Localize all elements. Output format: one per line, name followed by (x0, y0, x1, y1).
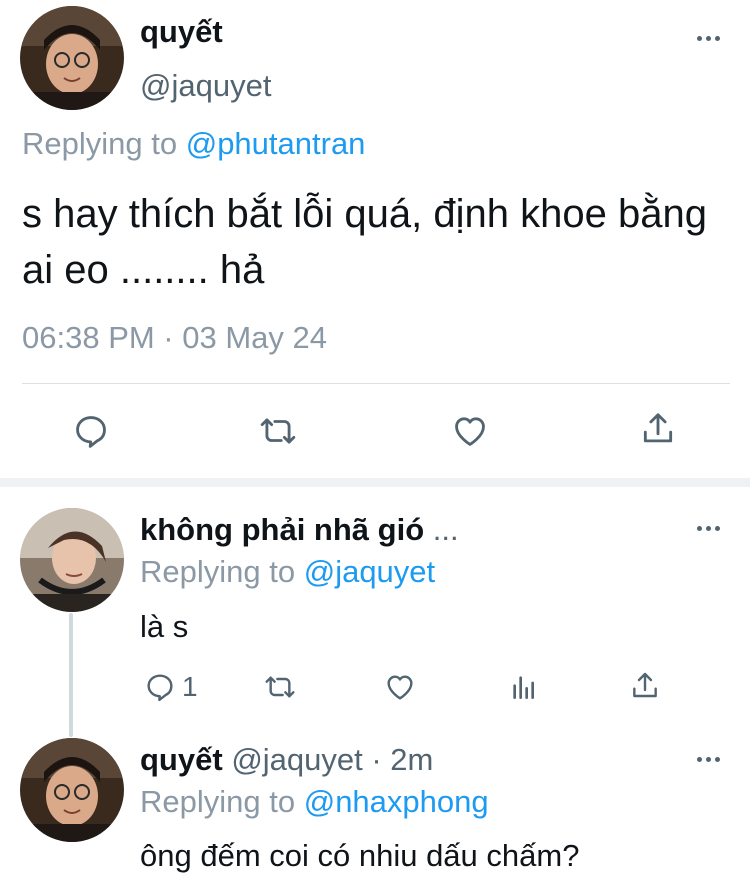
thread-line (69, 613, 73, 737)
divider (22, 383, 730, 384)
views-button[interactable] (508, 671, 540, 703)
like-button[interactable] (451, 412, 489, 450)
user-handle[interactable]: @jaquyet (140, 68, 271, 104)
tweet-text: ông đếm coi có nhiu dấu chấm? (140, 838, 580, 873)
like-icon (387, 675, 413, 700)
reply-count: 1 (182, 671, 198, 702)
share-icon (633, 672, 657, 698)
share-icon (643, 413, 673, 443)
retweet-button[interactable] (262, 671, 298, 703)
tweet-text: s hay thích bắt lỗi quá, định khoe bằng … (22, 192, 707, 292)
section-divider (0, 478, 750, 487)
more-icon[interactable] (697, 526, 720, 531)
reply-icon (147, 674, 173, 702)
reply-button[interactable]: 1 (144, 671, 198, 703)
display-name-text: quyết (140, 742, 223, 777)
more-icon[interactable] (697, 36, 720, 41)
display-name-text: không phải nhã gió (140, 512, 425, 547)
reply-button[interactable] (72, 412, 110, 450)
like-icon (455, 417, 485, 446)
more-icon[interactable] (697, 757, 720, 762)
display-name[interactable]: không phải nhã gió ... (140, 512, 459, 548)
mention-link[interactable]: @nhaxphong (304, 784, 489, 819)
avatar[interactable] (20, 508, 124, 612)
share-button[interactable] (629, 670, 661, 702)
mention-link[interactable]: @jaquyet (304, 554, 435, 589)
replying-prefix: Replying to (140, 784, 296, 819)
display-name[interactable]: quyết (140, 14, 223, 50)
views-icon (513, 676, 534, 699)
reply-icon (76, 416, 106, 448)
replying-to: Replying to @phutantran (22, 126, 365, 162)
retweet-icon (260, 418, 296, 444)
display-name[interactable]: quyết @jaquyet · 2m (140, 742, 433, 778)
like-button[interactable] (384, 671, 416, 703)
replying-to: Replying to @nhaxphong (140, 784, 489, 820)
avatar[interactable] (20, 6, 124, 110)
retweet-icon (265, 676, 295, 698)
tweet-timestamp[interactable]: 06:38 PM · 03 May 24 (22, 320, 327, 356)
mention-link[interactable]: @phutantran (186, 126, 366, 161)
tweet-text: là s (140, 609, 189, 644)
replying-prefix: Replying to (140, 554, 296, 589)
retweet-button[interactable] (257, 412, 299, 450)
replying-to: Replying to @jaquyet (140, 554, 435, 590)
avatar[interactable] (20, 738, 124, 842)
name-truncation: ... (432, 512, 459, 547)
handle-and-time: @jaquyet · 2m (231, 742, 434, 777)
replying-prefix: Replying to (22, 126, 178, 161)
share-button[interactable] (639, 410, 677, 448)
